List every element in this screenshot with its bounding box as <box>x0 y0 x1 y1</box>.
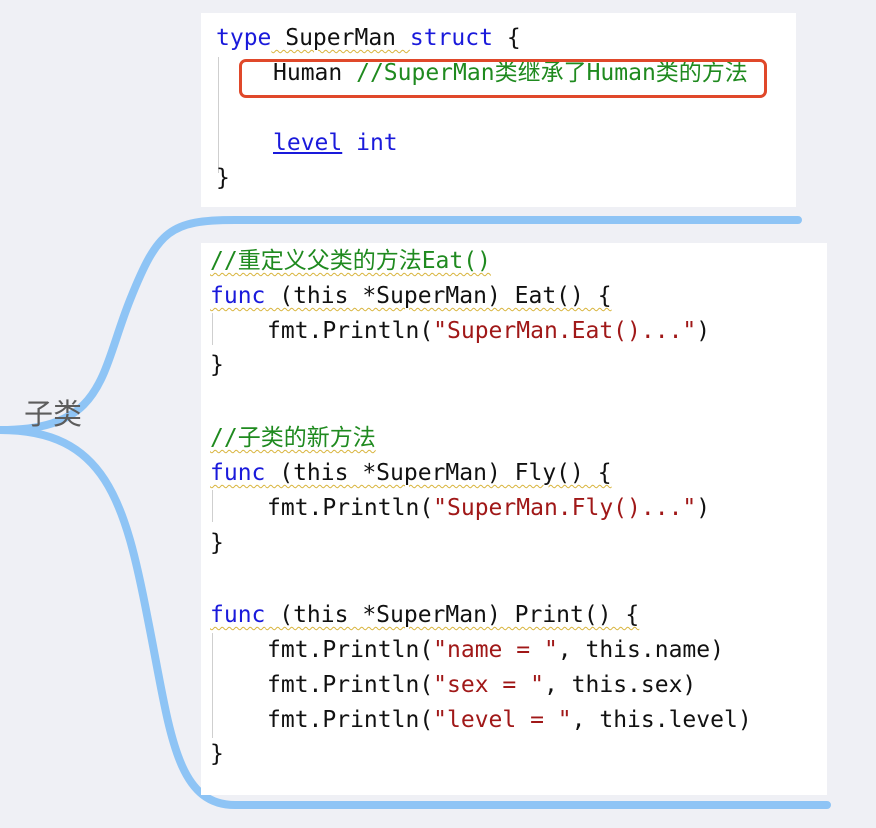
code-line-eat-body: fmt.Println("SuperMan.Eat()...") <box>267 317 710 345</box>
code-line-fly-body: fmt.Println("SuperMan.Fly()...") <box>267 494 710 522</box>
print-name-string: "name = " <box>433 637 558 663</box>
code-line-struct-header: type SuperMan struct { <box>216 24 521 52</box>
keyword-func-fly: func <box>210 460 266 486</box>
code-line-print-sex: fmt.Println("sex = ", this.sex) <box>267 671 696 699</box>
struct-name: SuperMan <box>271 25 410 51</box>
print-name-rest: , this.name) <box>557 637 724 663</box>
fly-call: fmt.Println( <box>267 495 434 521</box>
code-line-print-level: fmt.Println("level = ", this.level) <box>267 706 752 734</box>
keyword-func-print: func <box>210 602 266 628</box>
fly-close: ) <box>696 495 711 521</box>
code-line-print-close: } <box>210 741 224 767</box>
keyword-type: type <box>216 25 272 51</box>
field-level: level <box>273 130 343 156</box>
indent-guide-eat <box>212 313 213 345</box>
eat-close: ) <box>696 318 711 344</box>
node-label-subclass[interactable]: 子类 <box>24 391 82 433</box>
indent-guide <box>218 57 219 173</box>
print-signature: (this *SuperMan) Print() { <box>265 602 640 628</box>
indent-guide-print <box>212 633 213 738</box>
code-line-close-brace: } <box>216 165 230 191</box>
keyword-struct: struct <box>409 25 493 51</box>
code-line-fly-sig: func (this *SuperMan) Fly() { <box>210 459 612 487</box>
code-line-fly-comment: //子类的新方法 <box>210 424 376 452</box>
code-line-print-name: fmt.Println("name = ", this.name) <box>267 636 724 664</box>
code-line-eat-comment: //重定义父类的方法Eat() <box>210 247 491 275</box>
fly-string: "SuperMan.Fly()..." <box>433 495 697 521</box>
keyword-func-eat: func <box>210 283 266 309</box>
eat-string: "SuperMan.Eat()..." <box>433 318 697 344</box>
open-brace: { <box>492 25 521 51</box>
code-line-eat-close: } <box>210 352 224 378</box>
indent-guide-fly <box>212 490 213 522</box>
fly-comment: //子类的新方法 <box>210 425 376 451</box>
type-int: int <box>356 130 398 156</box>
print-sex-rest: , this.sex) <box>543 672 697 698</box>
fly-signature: (this *SuperMan) Fly() { <box>265 460 612 486</box>
print-level-call: fmt.Println( <box>267 707 434 733</box>
print-name-call: fmt.Println( <box>267 637 434 663</box>
methods-code-card: //重定义父类的方法Eat() func (this *SuperMan) Ea… <box>201 243 827 795</box>
eat-comment: //重定义父类的方法Eat() <box>210 248 491 274</box>
print-level-rest: , this.level) <box>571 707 752 733</box>
code-line-fly-close: } <box>210 530 224 556</box>
highlight-box <box>239 59 767 98</box>
code-line-print-sig: func (this *SuperMan) Print() { <box>210 601 639 629</box>
print-level-string: "level = " <box>433 707 572 733</box>
code-line-level-field: level int <box>273 129 398 157</box>
print-sex-string: "sex = " <box>433 672 544 698</box>
code-line-eat-sig: func (this *SuperMan) Eat() { <box>210 282 612 310</box>
eat-signature: (this *SuperMan) Eat() { <box>265 283 612 309</box>
struct-code-card: type SuperMan struct { Human //SuperMan类… <box>201 13 796 207</box>
eat-call: fmt.Println( <box>267 318 434 344</box>
print-sex-call: fmt.Println( <box>267 672 434 698</box>
